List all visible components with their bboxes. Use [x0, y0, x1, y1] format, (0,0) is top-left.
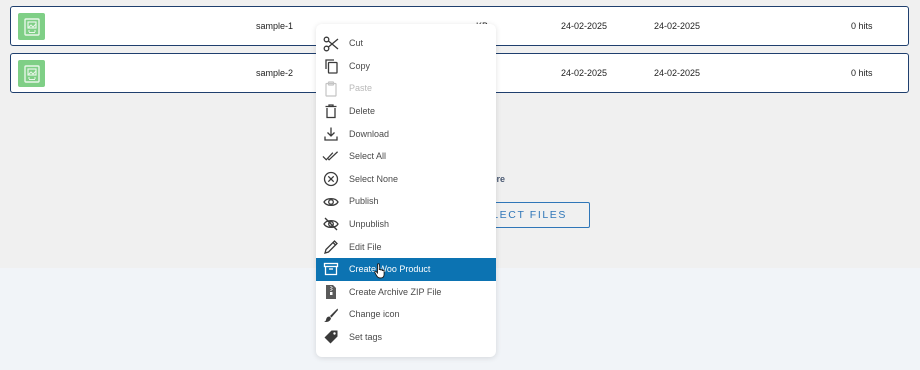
pencil-icon: [322, 238, 339, 255]
menu-item-change-icon[interactable]: Change icon: [316, 303, 496, 326]
menu-item-label: Copy: [349, 60, 371, 71]
file-created-date: 24-02-2025: [561, 68, 608, 78]
menu-item-paste[interactable]: Paste: [316, 77, 496, 100]
select-files-label: ELECT FILES: [483, 209, 567, 221]
menu-item-edit-file[interactable]: Edit File: [316, 235, 496, 258]
eye-off-icon: [322, 216, 339, 233]
menu-item-label: Create Archive ZIP File: [349, 286, 442, 297]
file-name[interactable]: sample-2: [256, 68, 293, 78]
image-file-icon: [18, 13, 45, 40]
menu-item-unpublish[interactable]: Unpublish: [316, 213, 496, 236]
download-icon: [322, 125, 339, 142]
menu-item-create-archive-zip[interactable]: Create Archive ZIP File: [316, 281, 496, 304]
menu-item-label: Create Woo Product: [349, 264, 431, 275]
menu-item-select-none[interactable]: Select None: [316, 168, 496, 191]
menu-item-label: Change icon: [349, 309, 400, 320]
scissors-icon: [322, 35, 339, 52]
menu-item-label: Paste: [349, 83, 373, 94]
menu-item-delete[interactable]: Delete: [316, 100, 496, 123]
zip-file-icon: [322, 284, 339, 301]
archive-box-icon: [322, 261, 339, 278]
file-modified-date: 24-02-2025: [654, 21, 701, 31]
menu-item-select-all[interactable]: Select All: [316, 145, 496, 168]
menu-item-download[interactable]: Download: [316, 122, 496, 145]
hand-cursor-icon: [374, 263, 387, 279]
menu-item-label: Cut: [349, 38, 364, 49]
menu-item-label: Unpublish: [349, 219, 390, 230]
menu-item-set-tags[interactable]: Set tags: [316, 326, 496, 349]
menu-item-label: Set tags: [349, 332, 383, 343]
brush-icon: [322, 306, 339, 323]
menu-item-label: Delete: [349, 106, 376, 117]
menu-item-publish[interactable]: Publish: [316, 190, 496, 213]
tag-icon: [322, 329, 339, 346]
menu-item-label: Publish: [349, 196, 379, 207]
menu-item-label: Select All: [349, 151, 387, 162]
menu-item-copy[interactable]: Copy: [316, 55, 496, 78]
file-hits: 0 hits: [851, 21, 873, 31]
trash-icon: [322, 103, 339, 120]
menu-item-label: Select None: [349, 173, 399, 184]
menu-item-create-woo-product[interactable]: Create Woo Product: [316, 257, 496, 281]
menu-item-label: Download: [349, 128, 390, 139]
eye-icon: [322, 193, 339, 210]
context-menu: Cut Copy Paste Delete Download Select Al…: [316, 24, 496, 357]
copy-icon: [322, 58, 339, 75]
file-created-date: 24-02-2025: [561, 21, 608, 31]
double-check-icon: [322, 148, 339, 165]
clipboard-icon: [322, 80, 339, 97]
menu-item-label: Edit File: [349, 241, 382, 252]
image-file-icon: [18, 60, 45, 87]
file-hits: 0 hits: [851, 68, 873, 78]
file-modified-date: 24-02-2025: [654, 68, 701, 78]
circle-x-icon: [322, 171, 339, 188]
menu-item-cut[interactable]: Cut: [316, 32, 496, 55]
file-name[interactable]: sample-1: [256, 21, 293, 31]
